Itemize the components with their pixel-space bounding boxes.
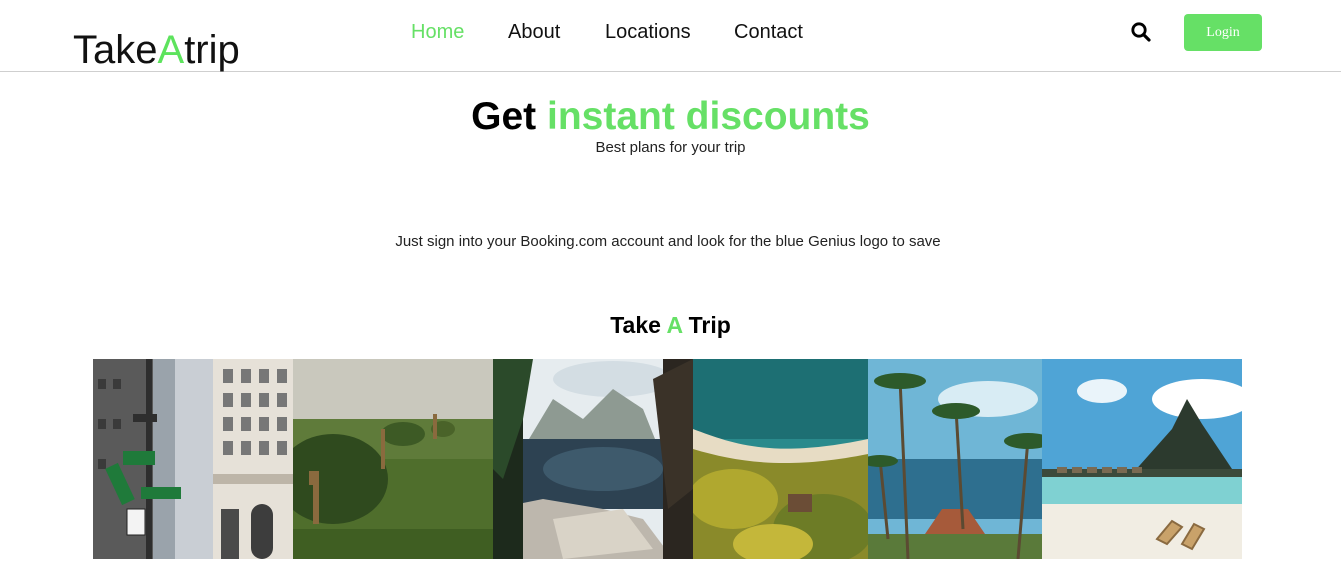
- login-button[interactable]: Login: [1184, 14, 1262, 51]
- site-header: TakeAtrip Home About Locations Contact L…: [0, 0, 1341, 72]
- nav-contact[interactable]: Contact: [734, 19, 803, 45]
- nav-locations[interactable]: Locations: [605, 19, 691, 45]
- gallery-image-beach[interactable]: [1042, 359, 1242, 559]
- gallery-image-city[interactable]: [93, 359, 293, 559]
- gallery-image-savanna[interactable]: [293, 359, 493, 559]
- nav-about[interactable]: About: [508, 19, 560, 45]
- hero-title: Get instant discounts: [471, 95, 870, 138]
- search-icon[interactable]: [1130, 21, 1152, 43]
- description-text: Just sign into your Booking.com account …: [395, 233, 941, 250]
- gallery-image-coast[interactable]: [693, 359, 868, 559]
- nav-home[interactable]: Home: [411, 19, 464, 45]
- gallery-image-palms[interactable]: [868, 359, 1042, 559]
- photo-gallery: [93, 359, 1242, 559]
- hero-subtitle: Best plans for your trip: [595, 139, 746, 156]
- section-title: Take A Trip: [610, 312, 731, 338]
- gallery-image-lake[interactable]: [493, 359, 693, 559]
